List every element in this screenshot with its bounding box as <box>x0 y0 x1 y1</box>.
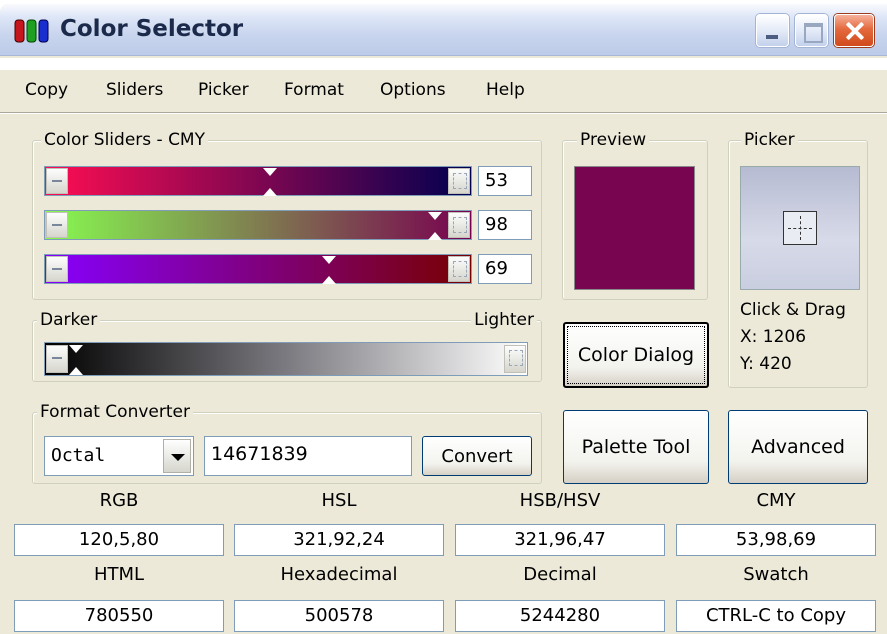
preview-label: Preview <box>577 129 650 151</box>
slider-thumb[interactable] <box>427 212 442 240</box>
format-label-hsbhsv: HSB/HSV <box>519 490 601 511</box>
slider-thumb[interactable] <box>262 168 277 196</box>
maximize-button[interactable] <box>795 14 828 47</box>
slider-increase-icon[interactable] <box>448 168 470 194</box>
menu-bar: Copy Sliders Picker Format Options Help <box>0 56 887 114</box>
slider-value-box[interactable]: 69 <box>478 254 532 284</box>
format-label-hexadecimal: Hexadecimal <box>280 564 398 585</box>
format-field-hsl[interactable]: 321,92,24 <box>234 524 444 556</box>
slider-increase-icon[interactable] <box>448 212 470 238</box>
format-label-html: HTML <box>93 564 145 585</box>
format-field-html[interactable]: 780550 <box>14 600 224 632</box>
format-field-swatch[interactable]: CTRL-C to Copy <box>676 600 876 632</box>
picker-y-coordinate: Y: 420 <box>740 354 792 374</box>
format-select[interactable]: Octal <box>44 436 194 476</box>
slider-decrease-icon[interactable] <box>46 168 68 194</box>
slider-thumb[interactable] <box>321 256 336 284</box>
picker-label: Picker <box>741 129 798 151</box>
color-dialog-button[interactable]: Color Dialog <box>563 322 709 388</box>
format-label-cmy: CMY <box>756 490 796 511</box>
color-preview-swatch <box>574 166 695 290</box>
cmy-slider-1[interactable] <box>44 210 472 240</box>
menu-sliders[interactable]: Sliders <box>106 80 163 100</box>
slider-increase-icon[interactable] <box>448 256 470 282</box>
cmy-slider-0[interactable] <box>44 166 472 196</box>
menu-options[interactable]: Options <box>380 80 446 100</box>
format-field-rgb[interactable]: 120,5,80 <box>14 524 224 556</box>
format-converter-label: Format Converter <box>37 401 193 423</box>
format-field-decimal[interactable]: 5244280 <box>455 600 665 632</box>
format-value-input[interactable]: 14671839 <box>204 436 412 476</box>
app-icon <box>14 19 49 43</box>
window-title: Color Selector <box>60 16 244 42</box>
format-field-hsbhsv[interactable]: 321,96,47 <box>455 524 665 556</box>
application-window: Color Selector Copy Sliders Picker Forma… <box>0 4 887 634</box>
title-bar[interactable]: Color Selector <box>0 4 887 56</box>
menu-picker[interactable]: Picker <box>198 80 249 100</box>
format-field-cmy[interactable]: 53,98,69 <box>676 524 876 556</box>
convert-button[interactable]: Convert <box>422 436 532 476</box>
slider-value-box[interactable]: 98 <box>478 210 532 240</box>
cmy-slider-2[interactable] <box>44 254 472 284</box>
close-button[interactable] <box>834 14 874 47</box>
crosshair-icon <box>783 211 817 245</box>
menu-format[interactable]: Format <box>284 80 344 100</box>
format-label-decimal: Decimal <box>523 564 597 585</box>
chevron-down-icon[interactable] <box>163 439 191 473</box>
menu-copy[interactable]: Copy <box>25 80 68 100</box>
minimize-button[interactable] <box>756 14 789 47</box>
format-label-rgb: RGB <box>99 490 139 511</box>
darker-label: Darker <box>37 309 101 331</box>
slider-value-box[interactable]: 53 <box>478 166 532 196</box>
picker-hint: Click & Drag <box>740 300 846 320</box>
lighter-label: Lighter <box>471 309 537 331</box>
brightness-increase-icon[interactable] <box>504 345 526 373</box>
format-label-swatch: Swatch <box>743 564 809 585</box>
slider-decrease-icon[interactable] <box>46 212 68 238</box>
color-sliders-label: Color Sliders - CMY <box>41 129 208 151</box>
menu-help[interactable]: Help <box>486 80 525 100</box>
brightness-slider-thumb[interactable] <box>69 345 83 375</box>
format-label-hsl: HSL <box>321 490 357 511</box>
advanced-button[interactable]: Advanced <box>728 410 868 484</box>
picker-x-coordinate: X: 1206 <box>740 327 807 347</box>
slider-decrease-icon[interactable] <box>46 256 68 282</box>
picker-target-area[interactable] <box>740 166 860 290</box>
brightness-slider[interactable] <box>44 342 528 376</box>
format-field-hexadecimal[interactable]: 500578 <box>234 600 444 632</box>
brightness-decrease-icon[interactable] <box>46 345 68 373</box>
palette-tool-button[interactable]: Palette Tool <box>563 410 709 484</box>
